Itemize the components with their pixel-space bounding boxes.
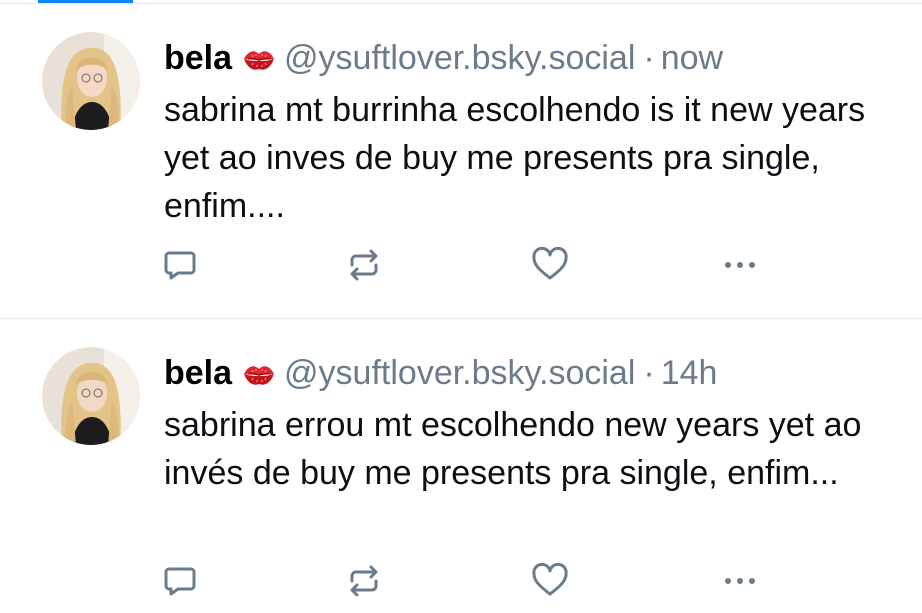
repost-icon bbox=[350, 249, 378, 281]
repost-icon bbox=[350, 565, 378, 597]
reply-button[interactable] bbox=[160, 245, 200, 285]
post-item[interactable]: bela @ysuftlover.bsky.social · 14h sabrina … bbox=[0, 319, 922, 613]
like-icon bbox=[532, 562, 568, 596]
like-icon bbox=[532, 246, 568, 280]
post-text: sabrina mt burrinha escolhendo is it new… bbox=[164, 91, 866, 225]
kiss-mark-icon bbox=[242, 353, 276, 401]
reply-icon bbox=[164, 567, 196, 596]
post-feed: bela @ysuftlover.bsky.social · now sabrina … bbox=[0, 0, 922, 613]
like-button[interactable] bbox=[530, 561, 570, 601]
repost-button[interactable] bbox=[344, 245, 384, 285]
post-header: bela @ysuftlover.bsky.social · now bbox=[164, 34, 902, 86]
more-options-button[interactable] bbox=[720, 245, 760, 285]
reply-button[interactable] bbox=[160, 561, 200, 601]
repost-button[interactable] bbox=[344, 561, 384, 601]
handle[interactable]: @ysuftlover.bsky.social bbox=[284, 354, 635, 392]
post-actions bbox=[164, 245, 764, 285]
more-icon bbox=[725, 262, 755, 268]
avatar-image bbox=[42, 32, 140, 130]
handle[interactable]: @ysuftlover.bsky.social bbox=[284, 39, 635, 77]
avatar-image bbox=[42, 347, 140, 445]
more-options-button[interactable] bbox=[720, 561, 760, 601]
more-icon bbox=[725, 578, 755, 584]
post-text: sabrina errou mt escolhendo new years ye… bbox=[164, 406, 862, 492]
post-header: bela @ysuftlover.bsky.social · 14h bbox=[164, 349, 902, 401]
timestamp[interactable]: now bbox=[661, 39, 723, 77]
post-item[interactable]: bela @ysuftlover.bsky.social · now sabrina … bbox=[0, 4, 922, 318]
separator-dot: · bbox=[643, 39, 655, 77]
post-actions bbox=[164, 561, 764, 601]
timestamp[interactable]: 14h bbox=[661, 354, 718, 392]
display-name[interactable]: bela bbox=[164, 39, 232, 77]
like-button[interactable] bbox=[530, 245, 570, 285]
avatar[interactable] bbox=[42, 347, 140, 445]
kiss-mark-icon bbox=[242, 38, 276, 86]
separator-dot: · bbox=[643, 354, 655, 392]
avatar[interactable] bbox=[42, 32, 140, 130]
display-name[interactable]: bela bbox=[164, 354, 232, 392]
reply-icon bbox=[164, 251, 196, 280]
